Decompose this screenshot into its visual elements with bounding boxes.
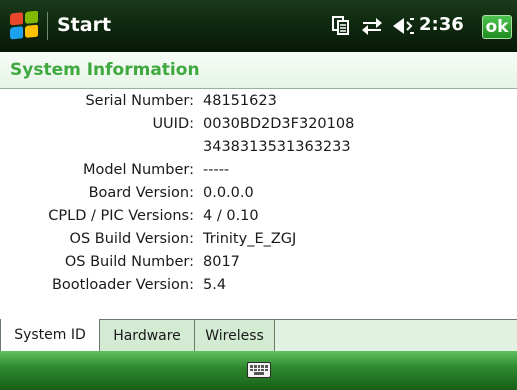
info-label: UUID: [152,116,194,132]
info-label: CPLD / PIC Versions: [48,208,194,224]
info-row-board-version: Board Version: 0.0.0.0 [0,185,517,207]
title-bar: System Information [0,52,517,89]
info-value: 0030BD2D3F320108 [203,116,355,132]
info-label: Serial Number: [85,93,194,109]
clock[interactable]: 2:36 [419,14,464,35]
info-row-os-build-number: OS Build Number: 8017 [0,254,517,276]
info-row-model-number: Model Number: ----- [0,162,517,184]
status-bar: Start 2:36 ok [0,0,517,52]
tab-wireless[interactable]: Wireless [195,320,275,351]
info-label: Bootloader Version: [51,277,194,293]
info-label: Model Number: [82,162,194,178]
info-row-cpld-pic-versions: CPLD / PIC Versions: 4 / 0.10 [0,208,517,230]
softkey-bar [0,351,517,390]
start-label[interactable]: Start [57,14,111,36]
tasks-icon[interactable] [332,16,350,36]
tab-strip: System ID Hardware Wireless [0,319,517,352]
info-label: OS Build Number: [64,254,194,270]
ok-button[interactable]: ok [482,15,512,39]
info-row-uuid-continued: 3438313531363233 [0,139,517,161]
info-value: 3438313531363233 [203,139,351,155]
info-row-serial-number: Serial Number: 48151623 [0,93,517,115]
info-value: Trinity_E_ZGJ [203,231,297,247]
tab-system-id[interactable]: System ID [0,319,100,351]
info-value: 5.4 [203,277,227,293]
info-label: OS Build Version: [69,231,194,247]
info-value: 8017 [203,254,240,270]
status-separator [47,12,48,40]
keyboard-icon[interactable] [247,362,271,378]
start-button[interactable] [4,8,40,44]
info-value: ----- [203,162,230,178]
info-row-bootloader-version: Bootloader Version: 5.4 [0,277,517,299]
info-value: 4 / 0.10 [203,208,259,224]
info-row-os-build-version: OS Build Version: Trinity_E_ZGJ [0,231,517,253]
windows-flag-icon [10,10,40,41]
system-info-panel: Serial Number: 48151623 UUID: 0030BD2D3F… [0,89,517,319]
info-label: Board Version: [88,185,194,201]
page-title: System Information [10,60,200,80]
tab-hardware[interactable]: Hardware [100,320,195,351]
info-row-uuid: UUID: 0030BD2D3F320108 [0,116,517,138]
connectivity-icon[interactable] [361,16,383,36]
info-value: 48151623 [203,93,277,109]
volume-icon[interactable] [392,15,416,37]
info-value: 0.0.0.0 [203,185,254,201]
